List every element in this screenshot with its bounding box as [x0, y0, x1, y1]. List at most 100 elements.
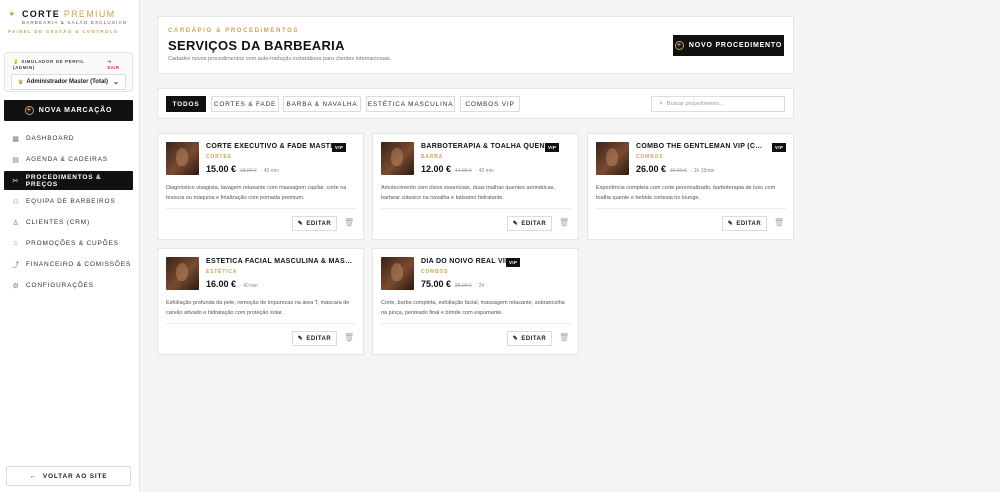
tab-combos-vip[interactable]: COMBOS VIP: [460, 96, 520, 112]
sidebar-nav: ▦ DASHBOARD ▤ AGENDA & CADEIRAS ✂ PROCEDIME…: [4, 129, 133, 297]
team-icon: ⚇: [12, 198, 20, 206]
edit-button[interactable]: ✎ EDITAR: [292, 216, 337, 231]
edit-label: EDITAR: [521, 335, 547, 342]
tab-estetica-masculina[interactable]: ESTÉTICA MASCULINA: [366, 96, 455, 112]
grid-icon: ▦: [12, 135, 20, 143]
tag-icon: ⌂: [13, 240, 19, 247]
page-eyebrow: CARDÁPIO & PROCEDIMENTOS: [168, 28, 299, 34]
trash-icon[interactable]: 🗑: [559, 218, 569, 227]
panel-label: PAINEL DE GESTÃO & CONTROLO: [8, 29, 119, 34]
service-description: Experiência completa com corte personali…: [596, 185, 776, 201]
gear-icon: ⚙: [12, 282, 20, 290]
vip-badge: VIP: [772, 143, 787, 152]
service-title: DIA DO NOIVO REAL VIP: [421, 258, 511, 265]
search-box: ⌕: [651, 96, 785, 112]
back-to-site-button[interactable]: ← VOLTAR AO SITE: [6, 466, 131, 486]
sidebar-item-finance[interactable]: ⤴ FINANCEIRO & COMISSÕES: [4, 255, 133, 274]
trash-icon[interactable]: 🗑: [344, 333, 354, 342]
tab-cortes-fade[interactable]: CORTES & FADE: [211, 96, 279, 112]
brand-name: CORTE PREMIUM: [22, 9, 115, 19]
service-category: ESTÉTICA: [206, 269, 238, 275]
service-card: DIA DO NOIVO REAL VIP VIP COMBOS 75.00 €…: [372, 248, 579, 355]
new-booking-button[interactable]: + NOVA MARCAÇÃO: [4, 100, 133, 121]
service-card: COMBO THE GENTLEMAN VIP (CABELO + BARBA)…: [587, 133, 794, 240]
plus-circle-icon: +: [24, 106, 34, 115]
sidebar-item-barbers[interactable]: ⚇ EQUIPA DE BARBEIROS: [4, 192, 133, 211]
trash-icon[interactable]: 🗑: [344, 218, 354, 227]
service-image: [166, 142, 199, 175]
edit-button[interactable]: ✎ EDITAR: [722, 216, 767, 231]
pencil-icon: ✎: [297, 221, 304, 227]
service-description: Diagnóstico visagista, lavagem relaxante…: [166, 185, 347, 201]
service-card: CORTE EXECUTIVO & FADE MASTER VIP CORTES…: [157, 133, 364, 240]
sidebar-item-dashboard[interactable]: ▦ DASHBOARD: [4, 129, 133, 148]
pencil-icon: ✎: [512, 221, 519, 227]
profile-select-value: Administrador Master (Total): [26, 79, 108, 85]
new-booking-label: NOVA MARCAÇÃO: [38, 107, 113, 114]
exit-label: SAIR: [107, 65, 120, 70]
arrow-left-icon: ←: [29, 472, 37, 480]
profile-simulator: 💡 SIMULADOR DE PERFIL (ADMIN) ⇥ SAIR ♛ Ad…: [4, 52, 133, 92]
page-description: Cadastre novos procedimentos com auto-tr…: [168, 56, 392, 62]
simulator-label-text: SIMULADOR DE PERFIL (ADMIN): [13, 59, 85, 70]
service-title: BARBOTERAPIA & TOALHA QUENTE: [421, 143, 555, 150]
back-to-site-label: VOLTAR AO SITE: [42, 472, 108, 480]
page-header: CARDÁPIO & PROCEDIMENTOS SERVIÇOS DA BAR…: [157, 16, 794, 74]
sidebar-item-procedures[interactable]: ✂ PROCEDIMENTOS & PREÇOS: [4, 171, 133, 190]
service-duration: · 40 min: [240, 283, 259, 289]
sidebar-item-clients[interactable]: ♙ CLIENTES (CRM): [4, 213, 133, 232]
simulator-label: 💡 SIMULADOR DE PERFIL (ADMIN): [13, 59, 107, 70]
edit-button[interactable]: ✎ EDITAR: [507, 216, 552, 231]
service-price: 12.00 €: [421, 164, 452, 174]
service-duration: · 40 min: [475, 168, 494, 174]
brand-subtitle: BARBEARIA & SALÃO EXCLUSIVO: [22, 20, 128, 25]
tab-todos[interactable]: TODOS: [166, 96, 206, 112]
sidebar-item-settings[interactable]: ⚙ CONFIGURAÇÕES: [4, 276, 133, 295]
vip-badge: VIP: [332, 143, 347, 152]
filter-bar: TODOS CORTES & FADE BARBA & NAVALHA ESTÉ…: [157, 88, 794, 119]
user-icon: ♙: [12, 219, 20, 227]
pencil-icon: ✎: [297, 336, 304, 342]
brand: ✦ CORTE PREMIUM BARBEARIA & SALÃO EXCLUS…: [8, 9, 133, 25]
service-image: [596, 142, 629, 175]
sidebar-item-label: PROMOÇÕES & CUPÕES: [26, 240, 119, 247]
search-input[interactable]: [666, 101, 777, 107]
sidebar-item-agenda[interactable]: ▤ AGENDA & CADEIRAS: [4, 150, 133, 169]
service-duration: · 2h: [475, 283, 485, 289]
service-duration: · 1h 15min: [690, 168, 715, 174]
new-procedure-button[interactable]: + NOVO PROCEDIMENTO: [673, 35, 784, 56]
service-title: COMBO THE GENTLEMAN VIP (CABELO + BARBA): [636, 143, 766, 150]
divider: [166, 323, 356, 324]
sidebar-item-label: PROCEDIMENTOS & PREÇOS: [25, 173, 102, 188]
vip-badge: VIP: [506, 258, 521, 267]
sidebar-item-promotions[interactable]: ⌂ PROMOÇÕES & CUPÕES: [4, 234, 133, 253]
sidebar-item-label: CONFIGURAÇÕES: [26, 282, 94, 289]
service-old-price: 14.00 €: [455, 168, 472, 174]
plus-circle-icon: +: [674, 41, 684, 50]
new-procedure-label: NOVO PROCEDIMENTO: [688, 42, 783, 49]
edit-button[interactable]: ✎ EDITAR: [292, 331, 337, 346]
sidebar-item-label: DASHBOARD: [26, 135, 75, 142]
edit-label: EDITAR: [521, 220, 547, 227]
trash-icon[interactable]: 🗑: [774, 218, 784, 227]
trash-icon[interactable]: 🗑: [559, 333, 569, 342]
profile-select[interactable]: ♛ Administrador Master (Total) ⌄: [11, 74, 126, 90]
service-price: 16.00 €: [206, 279, 237, 289]
service-image: [381, 257, 414, 290]
calendar-icon: ▤: [12, 156, 20, 164]
service-title: ESTÉTICA FACIAL MASCULINA & MÁSCARA: [206, 258, 356, 265]
exit-button[interactable]: ⇥ SAIR: [107, 59, 125, 70]
service-description: Amolecimento com óleos essenciais, duas …: [381, 185, 555, 201]
service-category: CORTES: [206, 154, 232, 160]
divider: [381, 323, 571, 324]
edit-label: EDITAR: [306, 335, 332, 342]
scissors-icon: ✂: [12, 177, 20, 185]
service-title: CORTE EXECUTIVO & FADE MASTER: [206, 143, 341, 150]
service-category: COMBOS: [636, 154, 664, 160]
divider: [381, 208, 571, 209]
service-category: BARBA: [421, 154, 444, 160]
sidebar: ✦ CORTE PREMIUM BARBEARIA & SALÃO EXCLUS…: [0, 0, 140, 492]
tab-barba-navalha[interactable]: BARBA & NAVALHA: [283, 96, 361, 112]
edit-button[interactable]: ✎ EDITAR: [507, 331, 552, 346]
service-old-price: 30.00 €: [670, 168, 687, 174]
